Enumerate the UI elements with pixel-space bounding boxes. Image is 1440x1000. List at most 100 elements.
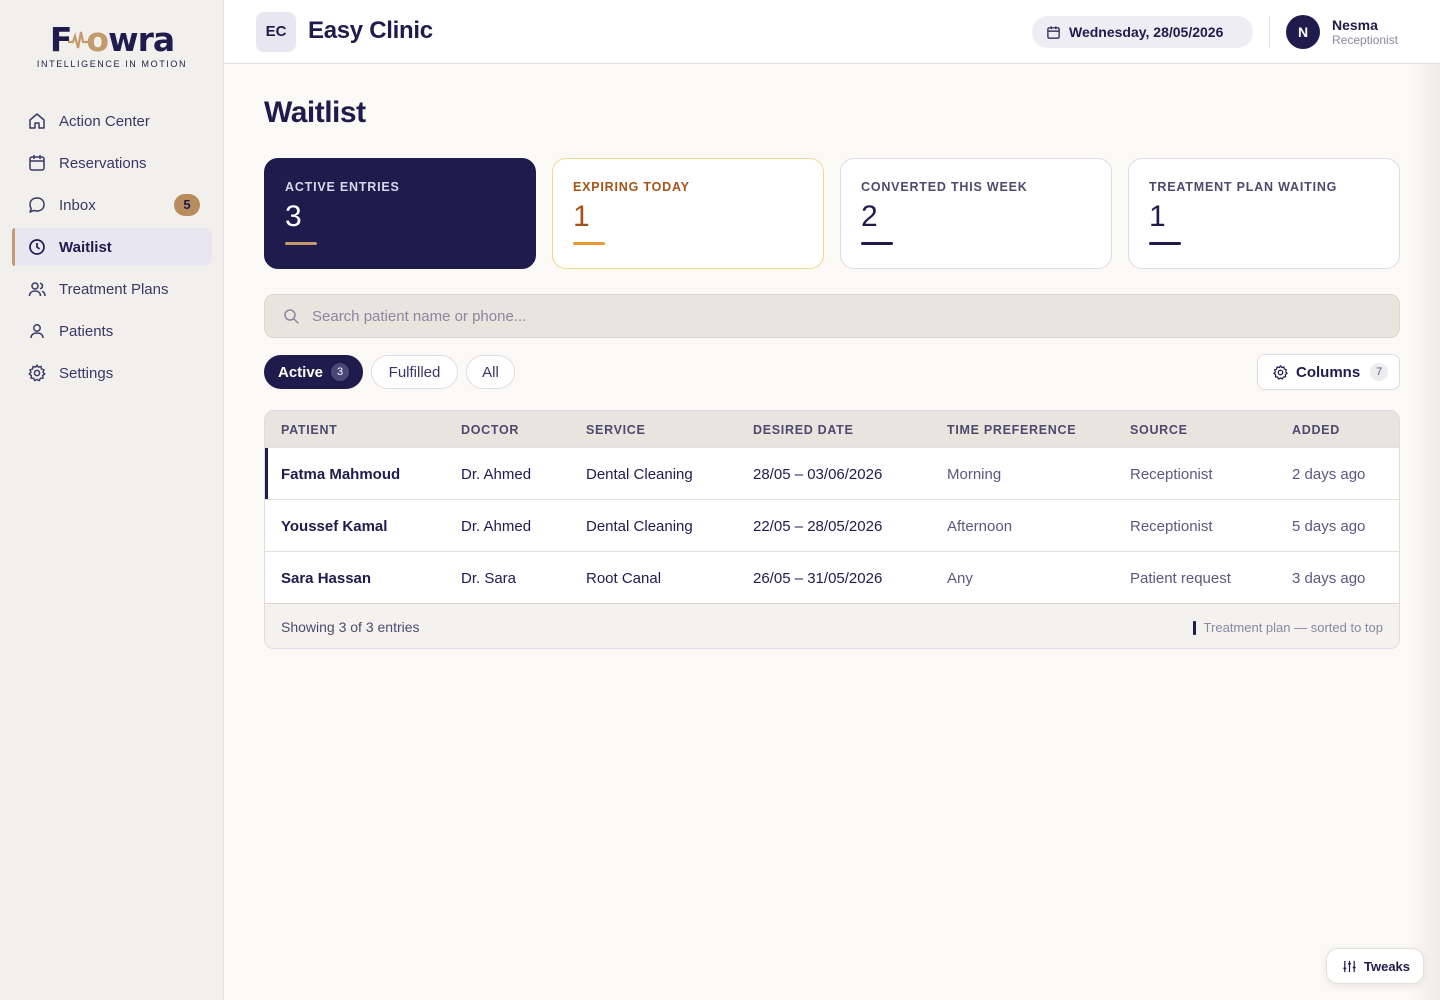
tweaks-label: Tweaks bbox=[1364, 958, 1411, 974]
current-date: Wednesday, 28/05/2026 bbox=[1069, 24, 1224, 40]
sidebar-item-action-center[interactable]: Action Center bbox=[12, 102, 212, 140]
clinic-initials-badge[interactable]: EC bbox=[256, 12, 296, 52]
clinic-name: Easy Clinic bbox=[308, 17, 433, 44]
sidebar-nav: Action Center Reservations Inbox 5 Waitl… bbox=[12, 102, 212, 396]
gear-icon bbox=[1273, 364, 1288, 380]
column-header-patient[interactable]: PATIENT bbox=[281, 423, 338, 437]
users-icon bbox=[28, 282, 46, 297]
stat-label: EXPIRING TODAY bbox=[573, 180, 690, 194]
stat-card-expiring-today[interactable]: EXPIRING TODAY 1 bbox=[552, 158, 824, 269]
calendar-icon bbox=[29, 155, 45, 171]
filter-tab-all[interactable]: All bbox=[466, 355, 515, 389]
stat-value: 1 bbox=[573, 200, 590, 233]
cell-service: Root Canal bbox=[586, 570, 662, 587]
logo-wordmark: Fowra bbox=[49, 20, 175, 59]
stat-accent-bar bbox=[285, 242, 317, 245]
sidebar-item-patients[interactable]: Patients bbox=[12, 312, 212, 350]
sidebar-item-label: Settings bbox=[59, 364, 114, 382]
cell-time-preference: Morning bbox=[947, 466, 1002, 483]
cell-desired-date: 26/05 – 31/05/2026 bbox=[753, 570, 883, 587]
table-header: PATIENT DOCTOR SERVICE DESIRED DATE TIME… bbox=[265, 411, 1399, 448]
filter-count-badge: 3 bbox=[331, 363, 350, 381]
tweaks-button[interactable]: Tweaks bbox=[1326, 948, 1424, 984]
sidebar-item-label: Action Center bbox=[59, 112, 150, 130]
cell-source: Receptionist bbox=[1130, 518, 1213, 535]
columns-label: Columns bbox=[1296, 363, 1361, 381]
cell-desired-date: 28/05 – 03/06/2026 bbox=[753, 466, 883, 483]
column-header-source[interactable]: SOURCE bbox=[1130, 423, 1188, 437]
table-row[interactable]: Fatma Mahmoud Dr. Ahmed Dental Cleaning … bbox=[265, 447, 1399, 499]
sidebar-item-label: Reservations bbox=[59, 154, 147, 172]
page-title: Waitlist bbox=[264, 96, 366, 129]
sidebar-item-inbox[interactable]: Inbox 5 bbox=[12, 186, 212, 224]
stat-accent-bar bbox=[861, 242, 893, 245]
cell-service: Dental Cleaning bbox=[586, 518, 693, 535]
cell-desired-date: 22/05 – 28/05/2026 bbox=[753, 518, 883, 535]
waitlist-table: PATIENT DOCTOR SERVICE DESIRED DATE TIME… bbox=[264, 410, 1400, 649]
stat-label: TREATMENT PLAN WAITING bbox=[1149, 180, 1338, 194]
column-header-time-preference[interactable]: TIME PREFERENCE bbox=[947, 423, 1076, 437]
home-icon bbox=[29, 113, 45, 129]
stat-label: ACTIVE ENTRIES bbox=[285, 180, 400, 194]
cell-patient: Fatma Mahmoud bbox=[281, 466, 401, 483]
sidebar-item-reservations[interactable]: Reservations bbox=[12, 144, 212, 182]
filter-tab-active[interactable]: Active 3 bbox=[264, 355, 363, 389]
table-row[interactable]: Sara Hassan Dr. Sara Root Canal 26/05 – … bbox=[265, 551, 1399, 603]
stat-card-converted-this-week[interactable]: CONVERTED THIS WEEK 2 bbox=[840, 158, 1112, 269]
filter-label: Fulfilled bbox=[388, 363, 441, 381]
stat-value: 3 bbox=[285, 200, 302, 233]
cell-time-preference: Afternoon bbox=[947, 518, 1013, 535]
filter-tab-fulfilled[interactable]: Fulfilled bbox=[371, 355, 458, 389]
cell-added: 2 days ago bbox=[1292, 466, 1366, 483]
gear-icon bbox=[28, 364, 46, 382]
stat-value: 1 bbox=[1149, 200, 1166, 233]
sidebar-item-label: Waitlist bbox=[59, 238, 112, 256]
stat-card-treatment-plan-waiting[interactable]: TREATMENT PLAN WAITING 1 bbox=[1128, 158, 1400, 269]
right-edge-shade bbox=[1410, 64, 1440, 1000]
sidebar-item-label: Treatment Plans bbox=[59, 280, 169, 298]
column-header-service[interactable]: SERVICE bbox=[586, 423, 646, 437]
cell-added: 3 days ago bbox=[1292, 570, 1366, 587]
avatar[interactable]: N bbox=[1286, 15, 1320, 49]
table-row[interactable]: Youssef Kamal Dr. Ahmed Dental Cleaning … bbox=[265, 499, 1399, 551]
treatment-plan-legend: Treatment plan — sorted to top bbox=[1192, 620, 1383, 635]
cell-source: Patient request bbox=[1130, 570, 1231, 587]
filter-label: All bbox=[482, 363, 499, 381]
cell-added: 5 days ago bbox=[1292, 518, 1366, 535]
columns-button[interactable]: Columns 7 bbox=[1257, 354, 1400, 390]
clock-icon bbox=[29, 239, 45, 255]
cell-patient: Youssef Kamal bbox=[281, 518, 388, 535]
user-role: Receptionist bbox=[1332, 33, 1399, 47]
sidebar-item-settings[interactable]: Settings bbox=[12, 354, 212, 392]
cell-doctor: Dr. Ahmed bbox=[461, 518, 532, 535]
sidebar-item-label: Inbox bbox=[59, 196, 96, 214]
stat-label: CONVERTED THIS WEEK bbox=[861, 180, 1028, 194]
search-bar bbox=[264, 294, 1400, 338]
sidebar-item-treatment-plans[interactable]: Treatment Plans bbox=[12, 270, 212, 308]
user-name: Nesma bbox=[1332, 17, 1378, 33]
stat-accent-bar bbox=[573, 242, 605, 245]
column-header-desired-date[interactable]: DESIRED DATE bbox=[753, 423, 854, 437]
calendar-icon bbox=[1047, 25, 1060, 39]
cell-doctor: Dr. Sara bbox=[461, 570, 517, 587]
header-divider bbox=[1269, 16, 1270, 48]
search-icon bbox=[284, 308, 299, 324]
cell-source: Receptionist bbox=[1130, 466, 1213, 483]
sidebar-item-waitlist[interactable]: Waitlist bbox=[12, 228, 212, 266]
stat-card-active-entries[interactable]: ACTIVE ENTRIES 3 bbox=[264, 158, 536, 269]
sidebar-item-label: Patients bbox=[59, 322, 114, 340]
column-header-added[interactable]: ADDED bbox=[1292, 423, 1340, 437]
table-footer: Showing 3 of 3 entries Treatment plan — … bbox=[265, 603, 1399, 648]
stat-value: 2 bbox=[861, 200, 878, 233]
filter-label: Active bbox=[277, 363, 324, 381]
search-input[interactable] bbox=[312, 307, 1372, 325]
legend-text: Treatment plan — sorted to top bbox=[1203, 620, 1383, 635]
sliders-icon bbox=[1343, 960, 1356, 972]
stat-accent-bar bbox=[1149, 242, 1181, 245]
cell-patient: Sara Hassan bbox=[281, 570, 372, 587]
column-header-doctor[interactable]: DOCTOR bbox=[461, 423, 519, 437]
columns-count-badge: 7 bbox=[1370, 363, 1389, 381]
brand-logo[interactable]: Fowra INTELLIGENCE IN MOTION bbox=[0, 20, 224, 70]
cell-doctor: Dr. Ahmed bbox=[461, 466, 532, 483]
date-pill[interactable]: Wednesday, 28/05/2026 bbox=[1032, 16, 1253, 48]
